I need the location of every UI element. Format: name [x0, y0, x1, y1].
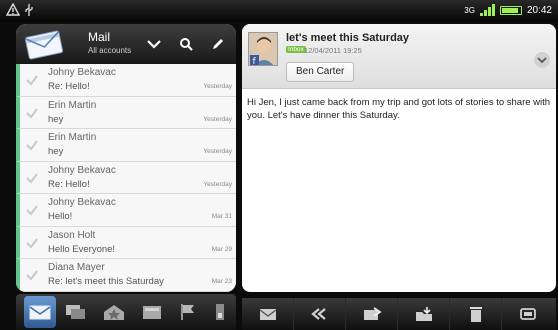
mailbox-title: Mail — [88, 30, 111, 44]
read-check-icon — [26, 205, 38, 216]
tab-conversations[interactable] — [60, 296, 92, 328]
message-subject: hey — [48, 146, 64, 157]
message-date: Yesterday — [203, 83, 232, 90]
reply-all-icon — [310, 308, 326, 320]
list-item[interactable]: Erin Martin hey Yesterday — [16, 96, 236, 129]
message-subject: Re: Hello! — [48, 178, 90, 190]
reply-icon — [259, 309, 276, 320]
reply-button[interactable] — [242, 298, 294, 330]
message-subject: hey — [48, 113, 64, 125]
list-item[interactable]: Johny Bekavac Re: Hello! Yesterday — [16, 161, 236, 194]
message-date: Yesterday — [203, 180, 232, 188]
message-date: Mar 23 — [211, 278, 232, 285]
read-check-icon — [26, 140, 38, 151]
forward-button[interactable] — [346, 298, 398, 330]
battery-icon — [499, 5, 522, 15]
message-sender: Erin Martin — [48, 99, 97, 111]
message-sender: Erin Martin — [48, 132, 97, 143]
reply-all-button[interactable] — [294, 298, 346, 330]
message-list: Johny Bekavac Re: Hello! Yesterday Erin … — [16, 64, 236, 292]
mail-list-panel: Mail All accounts Johny Bekavac Re: Hell… — [16, 24, 236, 292]
delete-button[interactable] — [450, 298, 502, 330]
message-sender: Johny Bekavac — [48, 197, 116, 208]
forward-icon — [363, 307, 382, 320]
inbox-icon — [29, 305, 51, 320]
more-icon — [520, 308, 536, 320]
message-sender: Johny Bekavac — [48, 67, 116, 78]
read-check-icon — [26, 172, 38, 184]
list-item[interactable]: Johny Bekavac Hello! Mar 31 — [16, 194, 236, 227]
contact-photo-icon: f — [249, 33, 277, 65]
chevron-down-icon — [147, 40, 161, 49]
message-subject: Re: let's meet this Saturday — [48, 276, 164, 287]
clock: 20:42 — [526, 4, 552, 16]
message-date: Yesterday — [203, 148, 232, 155]
attachment-icon — [216, 304, 224, 320]
message-action-bar — [242, 298, 556, 330]
mail-list-header: Mail All accounts — [16, 24, 236, 64]
list-item[interactable]: Erin Martin hey Yesterday — [16, 129, 236, 162]
message-subject: Re: Hello! — [48, 81, 90, 92]
message-header: f let's meet this Saturday Inbox 12/04/2… — [242, 24, 556, 89]
message-timestamp: 12/04/2011 19:25 — [304, 46, 362, 55]
conversations-icon — [66, 305, 85, 319]
tab-inbox[interactable] — [24, 296, 56, 328]
more-button[interactable] — [502, 298, 554, 330]
move-to-folder-button[interactable] — [398, 298, 450, 330]
network-type: 3G — [464, 5, 475, 15]
message-sender: Johny Bekavac — [48, 164, 116, 176]
search-button[interactable] — [176, 34, 196, 54]
mail-envelope-icon — [24, 30, 64, 60]
avatar: f — [248, 32, 278, 66]
tab-attachments[interactable] — [208, 296, 232, 328]
account-dropdown-button[interactable] — [144, 34, 164, 54]
group-icon — [104, 305, 124, 320]
message-sender: Diana Mayer — [48, 262, 105, 273]
compose-button[interactable] — [208, 34, 228, 54]
tab-flagged[interactable] — [172, 296, 204, 328]
message-subject: Hello! — [48, 211, 73, 222]
list-item[interactable]: Jason Holt Hello Everyone! Mar 29 — [16, 226, 236, 259]
flag-icon — [181, 304, 194, 320]
mailbox-account: All accounts — [88, 46, 132, 55]
message-date: Mar 29 — [211, 245, 232, 253]
message-date: Mar 31 — [211, 213, 232, 220]
delete-icon — [469, 307, 482, 322]
folder-tab-bar — [16, 294, 236, 330]
status-bar: 3G 20:42 — [0, 0, 558, 22]
warning-icon — [6, 3, 20, 16]
read-check-icon — [26, 270, 38, 281]
read-check-icon — [26, 107, 38, 119]
message-date: Yesterday — [203, 115, 232, 123]
list-item[interactable]: Johny Bekavac Re: Hello! Yesterday — [16, 64, 236, 97]
message-reader: f let's meet this Saturday Inbox 12/04/2… — [242, 24, 556, 292]
chevron-down-icon — [537, 56, 547, 63]
unread-icon — [143, 306, 161, 319]
read-check-icon — [26, 75, 38, 86]
message-subject: Hello Everyone! — [48, 243, 116, 255]
list-item[interactable]: Diana Mayer Re: let's meet this Saturday… — [16, 259, 236, 292]
message-subject-title: let's meet this Saturday — [286, 32, 410, 44]
tab-unread[interactable] — [136, 296, 168, 328]
usb-icon — [25, 4, 33, 16]
folder-badge: Inbox — [286, 46, 306, 53]
signal-icon — [479, 4, 495, 16]
tab-group[interactable] — [98, 296, 130, 328]
message-sender: Jason Holt — [48, 229, 96, 241]
expand-header-button[interactable] — [534, 52, 550, 68]
search-icon — [180, 38, 193, 51]
compose-icon — [213, 39, 223, 49]
message-body: Hi Jen, I just came back from my trip an… — [247, 97, 551, 121]
sender-button[interactable]: Ben Carter — [286, 62, 355, 82]
move-folder-icon — [415, 307, 432, 321]
read-check-icon — [26, 237, 38, 249]
